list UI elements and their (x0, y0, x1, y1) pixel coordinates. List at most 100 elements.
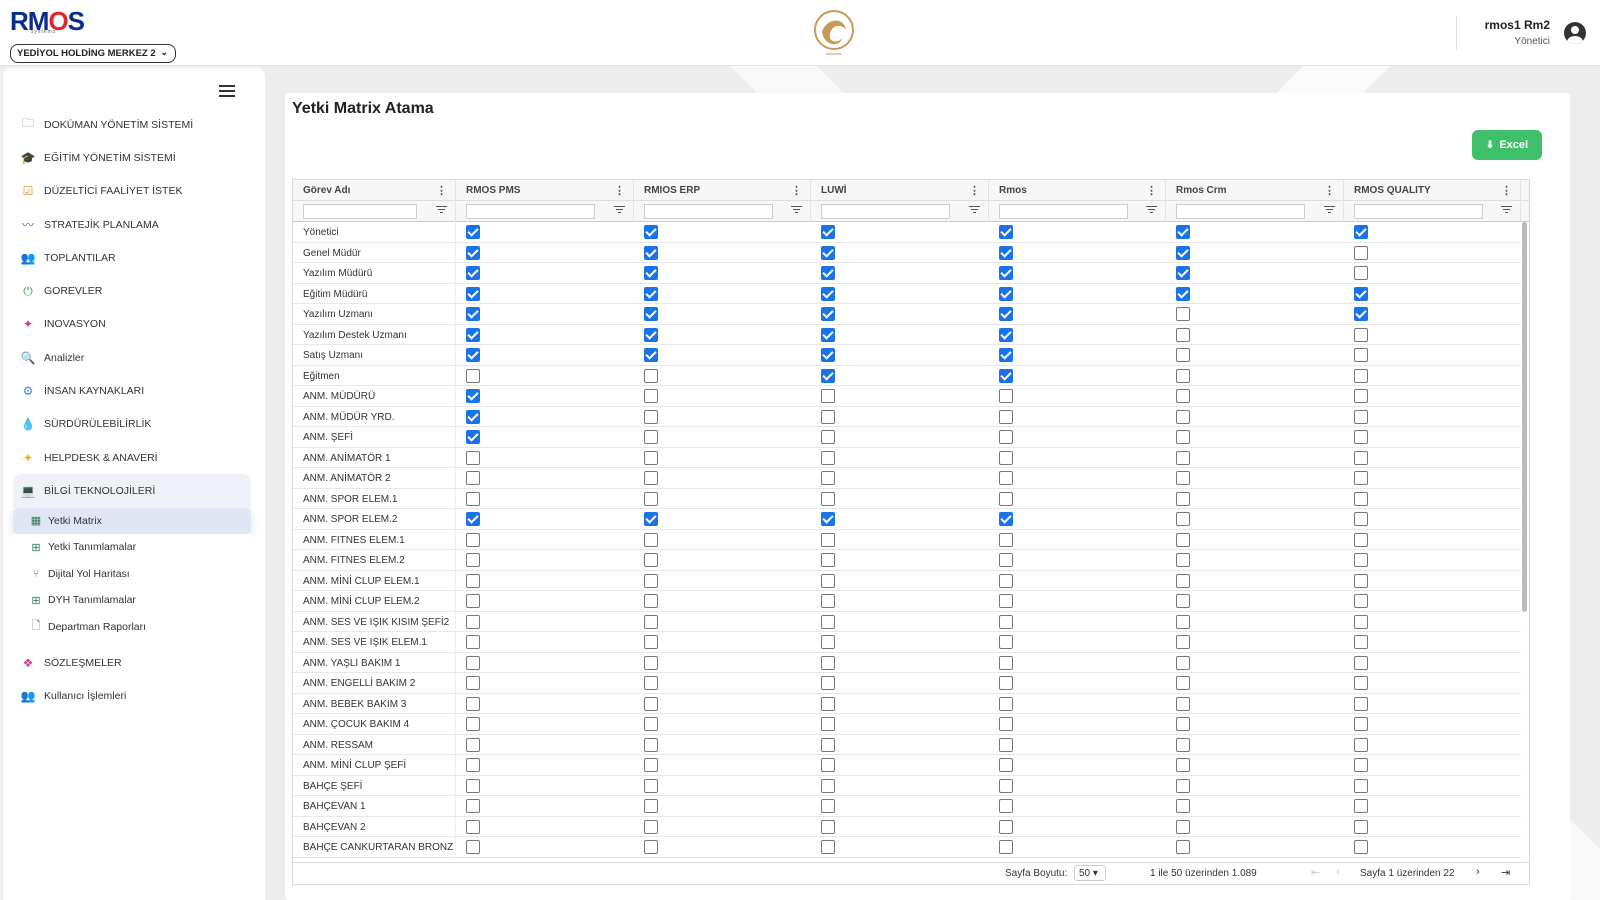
permission-checkbox[interactable] (466, 758, 480, 772)
excel-export-button[interactable]: ⬇ Excel (1472, 130, 1542, 160)
permission-checkbox[interactable] (999, 696, 1013, 711)
permission-checkbox[interactable] (1176, 819, 1190, 834)
permission-checkbox[interactable] (821, 696, 835, 711)
permission-checkbox[interactable] (821, 840, 835, 854)
column-menu-icon[interactable]: ⋮ (436, 184, 447, 197)
permission-checkbox[interactable] (821, 430, 835, 444)
permission-checkbox[interactable] (466, 245, 480, 260)
sidebar-subitem-2[interactable]: ⑂ Dijital Yol Haritası (13, 560, 251, 588)
permission-checkbox[interactable] (999, 737, 1013, 752)
permission-checkbox[interactable] (644, 307, 658, 321)
permission-checkbox[interactable] (1354, 717, 1368, 731)
permission-checkbox[interactable] (999, 225, 1013, 239)
permission-checkbox[interactable] (1354, 532, 1368, 547)
permission-checkbox[interactable] (1176, 532, 1190, 547)
permission-checkbox[interactable] (1354, 327, 1368, 342)
grid-scrollbar[interactable] (1522, 222, 1527, 612)
permission-checkbox[interactable] (999, 840, 1013, 854)
permission-checkbox[interactable] (821, 676, 835, 690)
column-menu-icon[interactable]: ⋮ (969, 184, 980, 197)
permission-checkbox[interactable] (644, 430, 658, 444)
permission-checkbox[interactable] (1176, 512, 1190, 526)
filter-icon[interactable] (969, 204, 980, 215)
permission-checkbox[interactable] (1354, 778, 1368, 793)
permission-checkbox[interactable] (466, 307, 480, 321)
permission-checkbox[interactable] (466, 409, 480, 424)
permission-checkbox[interactable] (644, 491, 658, 506)
permission-checkbox[interactable] (821, 573, 835, 588)
permission-checkbox[interactable] (1354, 307, 1368, 321)
permission-checkbox[interactable] (644, 737, 658, 752)
permission-checkbox[interactable] (1354, 409, 1368, 424)
permission-checkbox[interactable] (466, 676, 480, 690)
permission-checkbox[interactable] (999, 471, 1013, 485)
permission-checkbox[interactable] (999, 778, 1013, 793)
sidebar-item-handshake[interactable]: ❖ SÖZLEŞMELER (3, 646, 265, 679)
permission-checkbox[interactable] (999, 819, 1013, 834)
permission-checkbox[interactable] (821, 594, 835, 608)
permission-checkbox[interactable] (644, 225, 658, 239)
permission-checkbox[interactable] (1354, 348, 1368, 362)
permission-checkbox[interactable] (821, 614, 835, 629)
filter-input[interactable] (466, 204, 595, 219)
column-header-5[interactable]: Rmos Crm ⋮ (1166, 180, 1344, 201)
sidebar-item-users[interactable]: 👥 Kullanıcı İşlemleri (3, 679, 265, 712)
permission-checkbox[interactable] (466, 348, 480, 362)
user-menu[interactable]: rmos1 Rm2 Yönetici (1456, 16, 1586, 50)
permission-checkbox[interactable] (1176, 696, 1190, 711)
account-circle-icon[interactable] (1564, 22, 1586, 44)
permission-checkbox[interactable] (466, 327, 480, 342)
sidebar-item-trend-line-3[interactable]: 〰 STRATEJİK PLANLAMA (3, 208, 265, 241)
permission-checkbox[interactable] (821, 368, 835, 383)
permission-checkbox[interactable] (999, 450, 1013, 465)
permission-checkbox[interactable] (999, 512, 1013, 526)
permission-checkbox[interactable] (1354, 389, 1368, 403)
permission-checkbox[interactable] (821, 286, 835, 301)
permission-checkbox[interactable] (1354, 799, 1368, 813)
permission-checkbox[interactable] (466, 614, 480, 629)
permission-checkbox[interactable] (821, 635, 835, 649)
permission-checkbox[interactable] (466, 717, 480, 731)
permission-checkbox[interactable] (1354, 819, 1368, 834)
permission-checkbox[interactable] (999, 409, 1013, 424)
permission-checkbox[interactable] (1176, 471, 1190, 485)
permission-checkbox[interactable] (1176, 758, 1190, 772)
filter-icon[interactable] (436, 204, 447, 215)
permission-checkbox[interactable] (821, 778, 835, 793)
permission-checkbox[interactable] (999, 286, 1013, 301)
permission-checkbox[interactable] (1354, 676, 1368, 690)
permission-checkbox[interactable] (1354, 840, 1368, 854)
permission-checkbox[interactable] (821, 737, 835, 752)
permission-checkbox[interactable] (1176, 389, 1190, 403)
sidebar-item-sparkle-10[interactable]: ✦ HELPDESK & ANAVERİ (3, 441, 265, 474)
permission-checkbox[interactable] (1176, 737, 1190, 752)
permission-checkbox[interactable] (1176, 307, 1190, 321)
permission-checkbox[interactable] (1354, 737, 1368, 752)
permission-checkbox[interactable] (999, 614, 1013, 629)
permission-checkbox[interactable] (999, 430, 1013, 444)
column-header-3[interactable]: LUWİ ⋮ (811, 180, 989, 201)
permission-checkbox[interactable] (999, 389, 1013, 403)
permission-checkbox[interactable] (1176, 327, 1190, 342)
permission-checkbox[interactable] (466, 635, 480, 649)
permission-checkbox[interactable] (821, 348, 835, 362)
permission-checkbox[interactable] (466, 430, 480, 444)
permission-checkbox[interactable] (999, 368, 1013, 383)
permission-checkbox[interactable] (999, 655, 1013, 670)
permission-checkbox[interactable] (644, 717, 658, 731)
sidebar-item-folder-0[interactable]: 🗀 DOKÜMAN YÖNETİM SİSTEMİ (3, 108, 265, 141)
permission-checkbox[interactable] (1354, 635, 1368, 649)
column-header-2[interactable]: RMIOS ERP ⋮ (634, 180, 811, 201)
permission-checkbox[interactable] (821, 819, 835, 834)
permission-checkbox[interactable] (999, 491, 1013, 506)
sidebar-subitem-3[interactable]: ⊞ DYH Tanımlamalar (13, 587, 251, 614)
permission-checkbox[interactable] (1354, 696, 1368, 711)
permission-checkbox[interactable] (1354, 225, 1368, 239)
permission-checkbox[interactable] (466, 553, 480, 567)
permission-checkbox[interactable] (644, 614, 658, 629)
permission-checkbox[interactable] (1354, 758, 1368, 772)
permission-checkbox[interactable] (466, 737, 480, 752)
permission-checkbox[interactable] (999, 799, 1013, 813)
menu-toggle-icon[interactable] (219, 85, 235, 97)
permission-checkbox[interactable] (999, 635, 1013, 649)
